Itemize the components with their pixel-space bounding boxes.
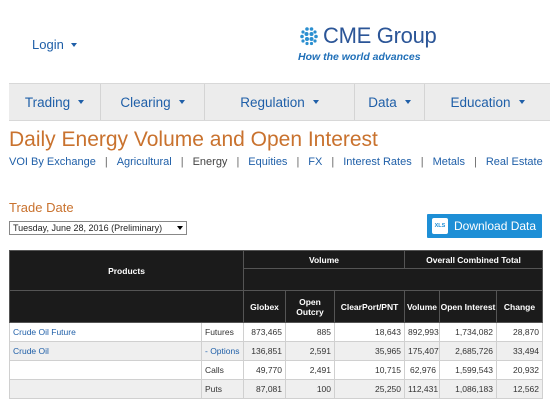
cell-volume: 112,431 <box>404 379 440 399</box>
col-open-interest: Open Interest <box>439 290 497 323</box>
product-type: Puts <box>201 379 244 399</box>
product-cell <box>9 360 202 380</box>
cme-logo[interactable]: CME Group How the world advances <box>298 23 448 64</box>
chevron-down-icon <box>178 100 185 104</box>
table-row: Puts 87,081 100 25,250 112,431 1,086,183… <box>9 379 544 399</box>
cell-globex: 873,465 <box>243 322 286 342</box>
cell-change: 33,494 <box>495 341 544 361</box>
separator: | <box>180 156 184 168</box>
cell-clearport: 18,643 <box>334 322 405 342</box>
cell-open-outcry: 885 <box>285 322 335 342</box>
cell-globex: 49,770 <box>243 360 286 380</box>
nav-item-regulation[interactable]: Regulation <box>205 84 355 120</box>
nav-item-trading[interactable]: Trading <box>9 84 101 120</box>
col-change: Change <box>495 290 544 323</box>
nav-label: Education <box>450 94 511 110</box>
sublink-equities[interactable]: Equities <box>248 156 287 168</box>
products-header: Products <box>9 250 244 291</box>
header-spacer <box>242 268 544 291</box>
cell-change: 20,932 <box>495 360 544 380</box>
col-open-outcry: Open Outcry <box>285 290 335 323</box>
overall-total-header: Overall Combined Total <box>403 250 544 269</box>
chevron-down-icon <box>70 42 77 47</box>
separator: | <box>296 156 300 168</box>
cell-globex: 87,081 <box>243 379 286 399</box>
cell-open-interest: 2,685,726 <box>439 341 497 361</box>
main-nav: Trading Clearing Regulation Data Educati… <box>9 83 550 121</box>
separator: | <box>104 156 108 168</box>
nav-label: Data <box>368 94 397 110</box>
nav-item-data[interactable]: Data <box>355 84 425 120</box>
cell-clearport: 10,715 <box>334 360 405 380</box>
chevron-down-icon <box>312 100 319 104</box>
header-spacer <box>9 290 244 323</box>
cell-volume: 175,407 <box>404 341 440 361</box>
login-menu[interactable]: Login <box>32 37 77 52</box>
volume-group-header: Volume <box>243 250 405 269</box>
chevron-down-icon <box>518 100 525 104</box>
login-label: Login <box>32 37 64 52</box>
table-row: Crude Oil Future Futures 873,465 885 18,… <box>9 322 544 342</box>
sublink-real-estate[interactable]: Real Estate <box>486 156 543 168</box>
sublink-voi-by-exchange[interactable]: VOI By Exchange <box>9 156 96 168</box>
cell-clearport: 25,250 <box>334 379 405 399</box>
separator: | <box>236 156 240 168</box>
trade-date-select[interactable]: Tuesday, June 28, 2016 (Preliminary) <box>9 221 187 235</box>
globe-icon <box>300 27 318 46</box>
product-type: Calls <box>201 360 244 380</box>
cell-volume: 62,976 <box>404 360 440 380</box>
product-group-links: VOI By Exchange | Agricultural | Energy | E… <box>9 156 550 168</box>
logo-text: CME Group <box>323 23 437 48</box>
tagline: How the world advances <box>298 51 421 63</box>
cell-change: 12,562 <box>495 379 544 399</box>
volume-oi-table: Products Volume Overall Combined Total G… <box>9 250 544 399</box>
sublink-energy[interactable]: Energy <box>193 156 228 168</box>
trade-date-value: Tuesday, June 28, 2016 (Preliminary) <box>13 223 163 233</box>
download-data-button[interactable]: XLS Download Data <box>427 214 542 238</box>
table-row: Crude Oil - Options 136,851 2,591 35,965… <box>9 341 544 361</box>
chevron-down-icon <box>78 100 85 104</box>
separator: | <box>420 156 424 168</box>
product-cell <box>9 379 202 399</box>
cell-open-interest: 1,599,543 <box>439 360 497 380</box>
cell-clearport: 35,965 <box>334 341 405 361</box>
cell-open-interest: 1,086,183 <box>439 379 497 399</box>
dropdown-arrow-icon <box>177 226 183 230</box>
col-volume: Volume <box>404 290 440 323</box>
download-label: Download Data <box>454 219 537 233</box>
cell-globex: 136,851 <box>243 341 286 361</box>
separator: | <box>473 156 477 168</box>
cell-open-outcry: 2,591 <box>285 341 335 361</box>
cell-volume: 892,993 <box>404 322 440 342</box>
nav-label: Trading <box>24 94 71 110</box>
cell-open-interest: 1,734,082 <box>439 322 497 342</box>
product-type: Futures <box>201 322 244 342</box>
cell-open-outcry: 2,491 <box>285 360 335 380</box>
chevron-down-icon <box>404 100 411 104</box>
nav-item-clearing[interactable]: Clearing <box>101 84 205 120</box>
sublink-metals[interactable]: Metals <box>433 156 465 168</box>
sublink-fx[interactable]: FX <box>308 156 322 168</box>
nav-item-education[interactable]: Education <box>425 84 550 120</box>
product-link[interactable]: Crude Oil <box>9 341 202 361</box>
nav-label: Clearing <box>120 94 171 110</box>
cell-open-outcry: 100 <box>285 379 335 399</box>
col-clearport: ClearPort/PNT <box>334 290 405 323</box>
options-link[interactable]: - Options <box>201 341 244 361</box>
page-title: Daily Energy Volume and Open Interest <box>9 128 378 151</box>
col-globex: Globex <box>243 290 286 323</box>
trade-date-label: Trade Date <box>9 200 74 215</box>
table-row: Calls 49,770 2,491 10,715 62,976 1,599,5… <box>9 360 544 380</box>
sublink-interest-rates[interactable]: Interest Rates <box>343 156 411 168</box>
separator: | <box>331 156 335 168</box>
product-link[interactable]: Crude Oil Future <box>9 322 202 342</box>
xls-file-icon: XLS <box>432 218 448 234</box>
nav-label: Regulation <box>240 94 305 110</box>
cell-change: 28,870 <box>495 322 544 342</box>
sublink-agricultural[interactable]: Agricultural <box>117 156 172 168</box>
